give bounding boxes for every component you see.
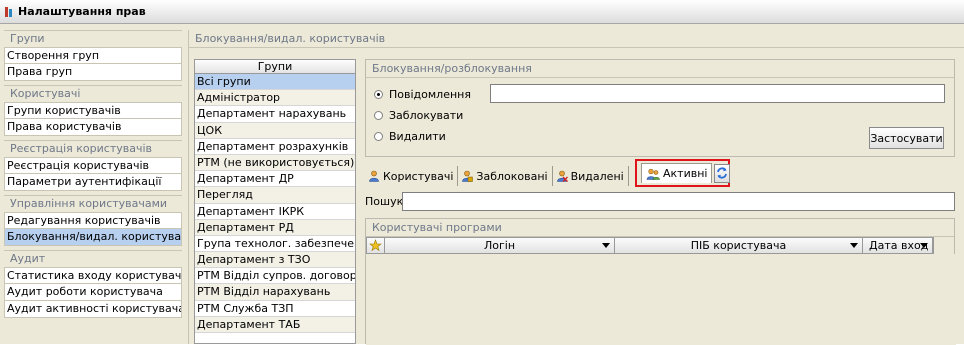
list-item[interactable]: Департамент з ТЗО (195, 252, 355, 269)
page-title: Блокування/видал. користувачів (189, 30, 964, 48)
apply-button[interactable]: Застосувати (869, 127, 944, 149)
list-item[interactable]: Всі групи (195, 74, 355, 91)
settings-window: Налаштування прав Групи Створення груп П… (0, 0, 964, 345)
main-panel: Блокування/видал. користувачів Групи Всі… (188, 30, 964, 345)
sidebar-item-auth-params[interactable]: Параметри аутентифікації (4, 174, 182, 191)
radio-button[interactable] (374, 89, 383, 99)
app-icon (5, 6, 12, 17)
list-item[interactable]: Департамент розрахунків (195, 138, 355, 155)
radio-button[interactable] (374, 131, 383, 141)
column-header-full-name[interactable]: ПІБ користувача (615, 238, 863, 253)
tab-label: Видалені (570, 169, 624, 183)
list-item[interactable]: РТМ Відділ нарахувань (195, 284, 355, 301)
program-users-section: Користувачі програми Логін ПІБ користува… (365, 218, 956, 345)
list-item[interactable]: Група технолог. забезпечення (195, 235, 355, 253)
sidebar-item-user-groups[interactable]: Групи користувачів (4, 102, 182, 119)
message-input[interactable] (490, 84, 945, 103)
sidebar-item-group-rights[interactable]: Права груп (4, 64, 182, 81)
radio-label: Заблокувати (389, 108, 464, 122)
list-item[interactable]: РТМ Відділ супров. договорів (195, 268, 355, 285)
blocked-user-icon (462, 170, 474, 182)
dropdown-arrow-icon[interactable] (918, 240, 929, 251)
column-label: Логін (483, 239, 516, 252)
sidebar-item-create-groups[interactable]: Створення груп (4, 47, 182, 64)
radio-button[interactable] (374, 110, 383, 120)
title-bar: Налаштування прав (0, 0, 964, 24)
list-item[interactable]: Адміністратор (195, 90, 355, 107)
tab-deleted[interactable]: Видалені (553, 166, 629, 186)
sidebar-group-header: Аудит (4, 250, 182, 267)
tab-users[interactable]: Користувачі (365, 166, 459, 186)
list-item[interactable]: Департамент ТАБ (195, 316, 355, 333)
list-item[interactable]: Департамент ІКРК (195, 203, 355, 220)
radio-block[interactable]: Заблокувати (374, 106, 463, 124)
sidebar-group-header: Управління користувачами (4, 195, 182, 212)
users-grid-header: Логін ПІБ користувача Дата вход (366, 237, 934, 254)
column-header-login[interactable]: Логін (385, 238, 615, 253)
sidebar-group-header: Користувачі (4, 85, 182, 102)
section-header: Користувачі програми (366, 219, 954, 237)
star-key-icon (369, 239, 382, 252)
refresh-icon (717, 167, 728, 179)
active-users-icon (646, 168, 660, 180)
sidebar-item-edit-users[interactable]: Редагування користувачів (4, 212, 182, 229)
sidebar: Групи Створення груп Права груп Користув… (4, 30, 182, 344)
radio-label: Видалити (389, 129, 446, 143)
tab-bar: Користувачі Заблоковані Видалені Активні (365, 159, 731, 187)
sidebar-item-login-stats[interactable]: Статистика входу користувачів (4, 267, 182, 284)
sidebar-item-activity-audit[interactable]: Аудит активності користувача (4, 301, 182, 318)
block-unblock-section: Блокування/розблокування Повідомлення За… (365, 59, 955, 157)
sidebar-item-user-rights[interactable]: Права користувачів (4, 119, 182, 136)
grid-options-cell[interactable] (367, 238, 385, 253)
list-item[interactable]: Департамент ДР (195, 171, 355, 188)
radio-delete[interactable]: Видалити (374, 127, 446, 145)
tab-active[interactable]: Активні (641, 163, 713, 183)
tab-label: Активні (663, 167, 708, 180)
list-item[interactable]: ЦОК (195, 122, 355, 139)
list-item[interactable]: Департамент нарахувань (195, 106, 355, 123)
tab-blocked[interactable]: Заблоковані (458, 166, 553, 186)
sidebar-group-header: Реєстрація користувачів (4, 140, 182, 157)
groups-list-header[interactable]: Групи (195, 60, 355, 74)
tab-label: Користувачі (383, 169, 454, 183)
deleted-user-icon (556, 170, 568, 182)
section-header: Блокування/розблокування (366, 60, 954, 78)
list-item[interactable]: Департамент РД (195, 219, 355, 236)
sidebar-item-work-audit[interactable]: Аудит роботи користувача (4, 284, 182, 301)
sidebar-group-header: Групи (4, 30, 182, 47)
users-grid-body[interactable] (366, 254, 956, 345)
search-label: Пошук: (365, 195, 407, 208)
active-tab-highlight: Активні (635, 159, 731, 187)
column-label: ПІБ користувача (690, 239, 787, 252)
dropdown-arrow-icon[interactable] (600, 240, 611, 251)
groups-list: Групи Всі групи Адміністратор Департамен… (194, 59, 356, 344)
radio-label: Повідомлення (389, 87, 471, 101)
list-item[interactable]: РТМ (не використовується) (195, 154, 355, 172)
sidebar-item-block-users[interactable]: Блокування/видал. користувачів (4, 229, 182, 246)
sidebar-item-user-registration[interactable]: Реєстрація користувачів (4, 157, 182, 174)
tab-label: Заблоковані (476, 169, 548, 183)
window-title: Налаштування прав (18, 5, 146, 18)
column-header-login-date[interactable]: Дата вход (863, 238, 933, 253)
radio-message[interactable]: Повідомлення (374, 85, 471, 103)
refresh-button[interactable] (714, 163, 731, 183)
dropdown-arrow-icon[interactable] (848, 240, 859, 251)
user-icon (369, 170, 379, 182)
search-input[interactable] (402, 192, 955, 211)
list-item[interactable]: РТМ Служба ТЗП (195, 300, 355, 317)
list-item[interactable]: Перегляд (195, 187, 355, 204)
